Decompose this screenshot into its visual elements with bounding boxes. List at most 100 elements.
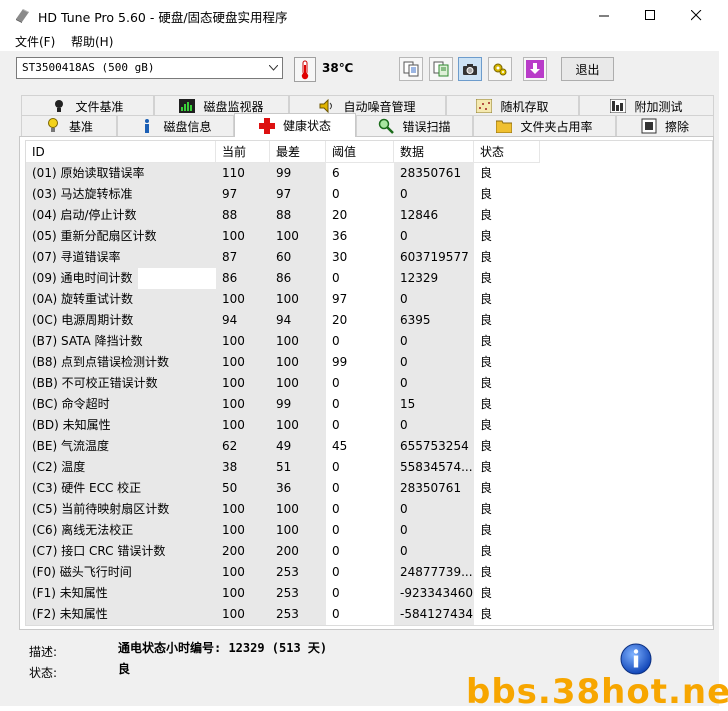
copy-all-button[interactable] <box>429 57 453 81</box>
options-button[interactable] <box>488 57 512 81</box>
table-row[interactable]: (0A) 旋转重试计数 100 100 97 0 良 <box>26 289 712 310</box>
col-header-worst[interactable]: 最差 <box>270 141 326 163</box>
table-row[interactable]: (B7) SATA 降挡计数 100 100 0 0 良 <box>26 331 712 352</box>
col-header-status[interactable]: 状态 <box>474 141 540 163</box>
cell-current: 97 <box>216 184 270 205</box>
hdtune-app-icon <box>16 9 29 23</box>
cell-id: (F0) 磁头飞行时间 <box>26 562 216 583</box>
cell-worst: 99 <box>270 163 326 184</box>
cell-id: (B8) 点到点错误检测计数 <box>26 352 216 373</box>
table-row[interactable]: (03) 马达旋转标准 97 97 0 0 良 <box>26 184 712 205</box>
cell-current: 62 <box>216 436 270 457</box>
table-row[interactable]: (C6) 离线无法校正 100 100 0 0 良 <box>26 520 712 541</box>
close-button[interactable] <box>673 0 719 31</box>
cell-worst: 100 <box>270 331 326 352</box>
menu-help[interactable]: 帮助(H) <box>71 33 113 50</box>
status-value: 良 <box>118 662 131 676</box>
tab-file-benchmark[interactable]: 文件基准 <box>21 95 154 116</box>
table-row[interactable]: (BC) 命令超时 100 99 0 15 良 <box>26 394 712 415</box>
drive-select[interactable]: ST3500418AS (500 gB) <box>16 57 283 79</box>
table-row[interactable]: (09) 通电时间计数 86 86 0 12329 良 <box>26 268 712 289</box>
save-button[interactable] <box>523 57 547 81</box>
exit-button[interactable]: 退出 <box>561 57 614 81</box>
cell-data: 0 <box>394 499 474 520</box>
cell-status: 良 <box>474 562 540 583</box>
cell-status: 良 <box>474 289 540 310</box>
cell-threshold: 20 <box>326 310 394 331</box>
table-row[interactable]: (F1) 未知属性 100 253 0 -923343460 良 <box>26 583 712 604</box>
table-row[interactable]: (F0) 磁头飞行时间 100 253 0 24877739... 良 <box>26 562 712 583</box>
table-row[interactable]: (04) 启动/停止计数 88 88 20 12846 良 <box>26 205 712 226</box>
cell-id: (0A) 旋转重试计数 <box>26 289 216 310</box>
cell-id: (03) 马达旋转标准 <box>26 184 216 205</box>
cell-status: 良 <box>474 604 540 625</box>
table-row[interactable]: (C2) 温度 38 51 0 55834574... 良 <box>26 457 712 478</box>
info-icon <box>139 118 155 134</box>
cell-id: (BE) 气流温度 <box>26 436 216 457</box>
cell-current: 87 <box>216 247 270 268</box>
cell-id: (04) 启动/停止计数 <box>26 205 216 226</box>
cell-threshold: 0 <box>326 478 394 499</box>
cell-data: 0 <box>394 226 474 247</box>
col-header-id[interactable]: ID <box>26 141 216 163</box>
screenshot-button[interactable] <box>458 57 482 81</box>
cell-threshold: 0 <box>326 373 394 394</box>
table-row[interactable]: (F2) 未知属性 100 253 0 -584127434 良 <box>26 604 712 625</box>
table-row[interactable]: (C7) 接口 CRC 错误计数 200 200 0 0 良 <box>26 541 712 562</box>
menu-file[interactable]: 文件(F) <box>15 33 55 50</box>
cell-current: 100 <box>216 415 270 436</box>
cell-current: 100 <box>216 331 270 352</box>
maximize-button[interactable] <box>627 0 673 31</box>
cell-status: 良 <box>474 499 540 520</box>
cell-threshold: 0 <box>326 184 394 205</box>
tab-health[interactable]: 健康状态 <box>234 113 356 137</box>
table-row[interactable]: (07) 寻道错误率 87 60 30 603719577 良 <box>26 247 712 268</box>
cell-threshold: 36 <box>326 226 394 247</box>
cell-id-text: (09) 通电时间计数 <box>26 268 139 289</box>
info-circle-icon[interactable] <box>620 643 652 675</box>
cell-worst: 60 <box>270 247 326 268</box>
cell-current: 88 <box>216 205 270 226</box>
smart-table[interactable]: ID 当前 最差 阈值 数据 状态 (01) 原始读取错误率 110 99 6 2835… <box>25 140 713 626</box>
table-row[interactable]: (B8) 点到点错误检测计数 100 100 99 0 良 <box>26 352 712 373</box>
col-header-threshold[interactable]: 阈值 <box>326 141 394 163</box>
copy-text-button[interactable] <box>399 57 423 81</box>
tab-extra-tests[interactable]: 附加测试 <box>579 95 714 116</box>
cell-data: -584127434 <box>394 604 474 625</box>
table-header: ID 当前 最差 阈值 数据 状态 <box>26 141 712 163</box>
table-row[interactable]: (05) 重新分配扇区计数 100 100 36 0 良 <box>26 226 712 247</box>
table-row[interactable]: (0C) 电源周期计数 94 94 20 6395 良 <box>26 310 712 331</box>
cell-current: 200 <box>216 541 270 562</box>
cell-current: 100 <box>216 499 270 520</box>
cell-worst: 49 <box>270 436 326 457</box>
tab-folder-usage[interactable]: 文件夹占用率 <box>473 115 616 136</box>
cell-id: (F2) 未知属性 <box>26 604 216 625</box>
cell-id: (09) 通电时间计数 <box>26 268 216 289</box>
col-header-current[interactable]: 当前 <box>216 141 270 163</box>
cell-data: 12846 <box>394 205 474 226</box>
minimize-button[interactable] <box>581 0 627 31</box>
title-bar: HD Tune Pro 5.60 - 硬盘/固态硬盘实用程序 <box>0 0 728 31</box>
table-row[interactable]: (C3) 硬件 ECC 校正 50 36 0 28350761 良 <box>26 478 712 499</box>
erase-icon <box>641 118 657 134</box>
cell-worst: 253 <box>270 583 326 604</box>
cell-data: 28350761 <box>394 478 474 499</box>
cell-threshold: 0 <box>326 331 394 352</box>
cell-worst: 51 <box>270 457 326 478</box>
col-header-data[interactable]: 数据 <box>394 141 474 163</box>
tab-benchmark[interactable]: 基准 <box>21 115 117 136</box>
tab-disk-info[interactable]: 磁盘信息 <box>117 115 234 136</box>
cell-worst: 88 <box>270 205 326 226</box>
table-row[interactable]: (01) 原始读取错误率 110 99 6 28350761 良 <box>26 163 712 184</box>
table-row[interactable]: (BB) 不可校正错误计数 100 100 0 0 良 <box>26 373 712 394</box>
cell-data: 0 <box>394 331 474 352</box>
table-row[interactable]: (C5) 当前待映射扇区计数 100 100 0 0 良 <box>26 499 712 520</box>
cell-current: 86 <box>216 268 270 289</box>
cell-id: (C7) 接口 CRC 错误计数 <box>26 541 216 562</box>
tab-erase[interactable]: 擦除 <box>616 115 714 136</box>
table-row[interactable]: (BD) 未知属性 100 100 0 0 良 <box>26 415 712 436</box>
table-row[interactable]: (BE) 气流温度 62 49 45 655753254 良 <box>26 436 712 457</box>
tab-error-scan[interactable]: 错误扫描 <box>356 115 473 136</box>
tab-random-access[interactable]: 随机存取 <box>446 95 579 116</box>
cell-current: 100 <box>216 394 270 415</box>
